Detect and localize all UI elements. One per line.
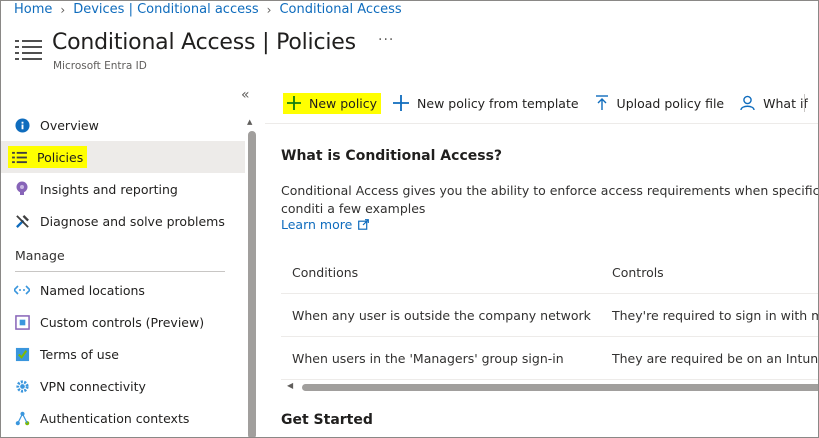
sidebar-item-label: Custom controls (Preview) [40,314,205,330]
sidebar-item-label: Insights and reporting [40,181,178,197]
breadcrumb-home[interactable]: Home [14,2,52,17]
sidebar-item-named-locations[interactable]: Named locations [1,274,245,306]
named-locations-icon [14,282,30,298]
table-cell: They are required be on an Intune c [612,350,819,366]
upload-policy-file-label: Upload policy file [616,95,725,111]
sidebar-item-overview[interactable]: Overview [1,109,245,141]
command-bar: New policy New policy from template Uplo… [281,89,818,117]
sidebar-item-label: Overview [40,117,99,133]
sidebar-item-authentication-contexts[interactable]: Authentication contexts [1,402,245,434]
table-header-row: Conditions Controls [281,251,818,294]
chevron-right-icon: › [60,2,66,17]
plus-icon [287,96,301,110]
column-header-conditions: Conditions [292,264,359,280]
sidebar-item-diagnose[interactable]: Diagnose and solve problems [1,205,245,237]
what-if-label: What if [763,95,808,111]
table-cell: When users in the 'Managers' group sign-… [292,350,564,366]
external-link-icon [358,219,370,230]
terms-of-use-icon [14,346,30,362]
lightbulb-icon [14,181,30,197]
sidebar-scrollbar[interactable] [248,131,256,437]
breadcrumb-devices-conditional-access[interactable]: Devices | Conditional access [73,2,258,17]
sidebar-item-custom-controls[interactable]: Custom controls (Preview) [1,306,245,338]
portal-window: Home › Devices | Conditional access › Co… [0,0,819,438]
new-policy-from-template-label: New policy from template [417,95,579,111]
more-options-button[interactable]: ··· [378,32,394,48]
custom-controls-icon [14,314,30,330]
collapse-sidebar-button[interactable]: « [241,87,250,103]
toolbar-divider [804,94,805,112]
sidebar-item-insights[interactable]: Insights and reporting [1,173,245,205]
table-horizontal-scrollbar[interactable]: ◀ [285,381,818,393]
table-cell: When any user is outside the company net… [292,307,591,323]
scroll-left-arrow-icon[interactable]: ◀ [287,381,293,390]
column-header-controls: Controls [612,264,664,280]
plus-icon [393,95,410,111]
policies-highlight: Policies [8,146,88,168]
page-title: Conditional Access | Policies [52,30,356,55]
sidebar-item-label: Named locations [40,282,145,298]
sidebar-item-vpn-connectivity[interactable]: VPN connectivity [1,370,245,402]
table-row: When any user is outside the company net… [281,294,819,337]
scrollbar-thumb[interactable] [302,384,818,391]
info-icon [14,117,30,133]
upload-policy-file-button[interactable]: Upload policy file [595,95,725,111]
learn-more-link[interactable]: Learn more [281,217,370,232]
vpn-gear-icon [14,378,30,394]
sidebar-item-label: VPN connectivity [40,378,146,394]
what-if-button[interactable]: What if [740,95,808,111]
sidebar-item-label: Authentication contexts [40,410,190,426]
policies-list-icon [15,39,43,65]
sidebar: Overview Policies Insights and reporting… [1,109,245,434]
sidebar-item-terms-of-use[interactable]: Terms of use [1,338,245,370]
breadcrumb-conditional-access[interactable]: Conditional Access [279,2,401,17]
sidebar-item-label: Diagnose and solve problems [40,213,225,229]
new-policy-from-template-button[interactable]: New policy from template [393,95,579,111]
list-icon [11,149,27,165]
sidebar-item-label: Policies [37,149,84,165]
sidebar-item-label: Terms of use [40,346,119,362]
learn-more-label: Learn more [281,217,353,232]
new-policy-button[interactable]: New policy [283,92,382,114]
table-cell: They're required to sign in with mul [612,307,819,323]
upload-icon [595,95,609,111]
new-policy-label: New policy [309,95,378,111]
divider [15,271,225,272]
sidebar-item-policies[interactable]: Policies [1,141,245,173]
get-started-heading: Get Started [281,412,373,428]
wrench-icon [14,213,30,229]
page-subtitle: Microsoft Entra ID [53,60,147,72]
toolbar-underline [265,123,818,124]
person-icon [740,95,755,111]
scroll-up-arrow-icon[interactable]: ▲ [247,118,252,126]
examples-table: Conditions Controls When any user is out… [281,251,819,380]
chevron-right-icon: › [266,2,272,17]
section-description: Conditional Access gives you the ability… [281,183,819,216]
section-title: What is Conditional Access? [281,148,503,164]
breadcrumb: Home › Devices | Conditional access › Co… [14,2,402,17]
auth-context-icon [14,410,30,426]
manage-section-header: Manage [15,248,65,263]
table-row: When users in the 'Managers' group sign-… [281,337,819,380]
